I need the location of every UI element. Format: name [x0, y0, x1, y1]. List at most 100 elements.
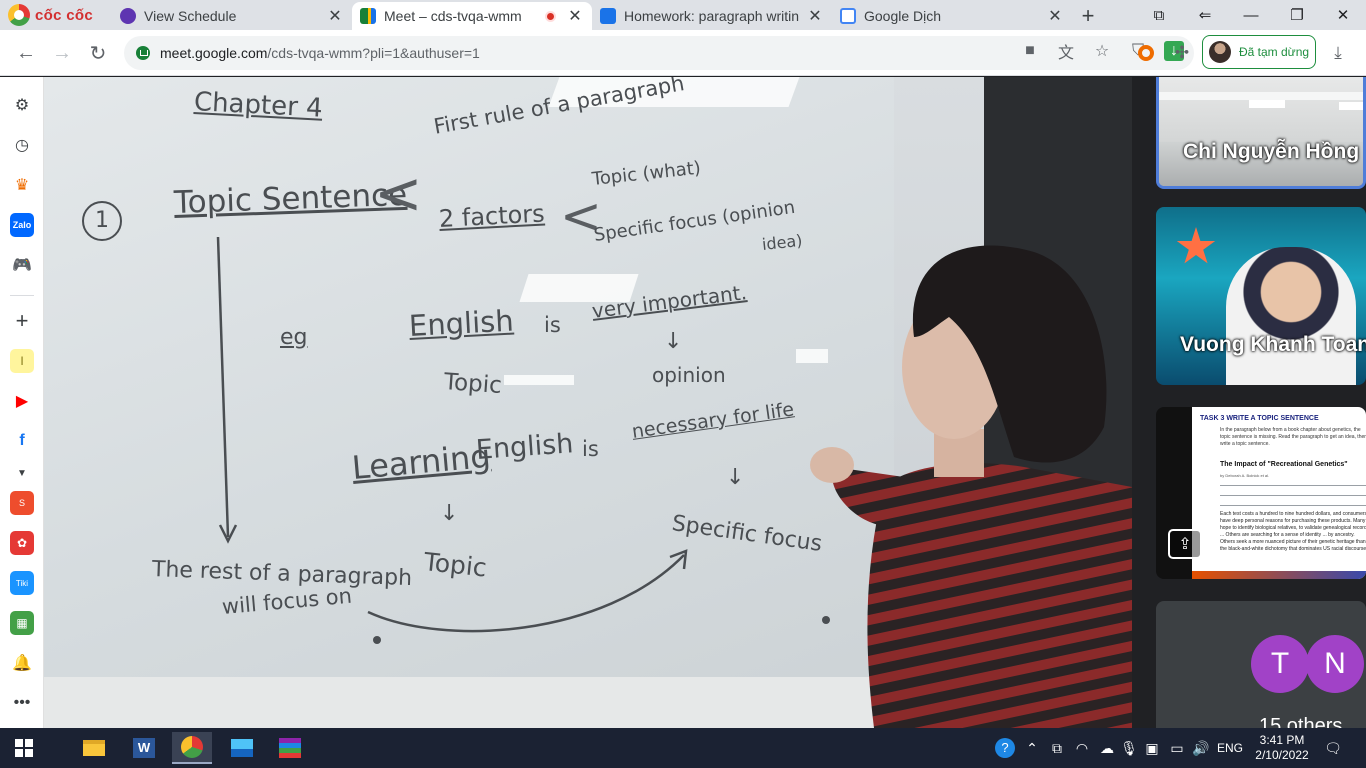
back-history-icon[interactable]: ⇐	[1182, 0, 1228, 30]
tab-google-translate[interactable]: Google Dịch ✕	[832, 2, 1072, 30]
address-toolbar: ← → ↻ meet.google.com/cds-tvqa-wmm?pli=1…	[0, 30, 1366, 76]
ceiling-light	[1339, 102, 1363, 110]
answer-line	[1220, 495, 1366, 496]
shared-document: TASK 3 WRITE A TOPIC SENTENCE In the par…	[1192, 407, 1366, 579]
clock[interactable]: 3:41 PM 2/10/2022	[1250, 728, 1314, 768]
tab-meet[interactable]: Meet – cds-tvqa-wmm ✕	[352, 2, 592, 30]
doc-body: Each test costs a hundred to nine hundre…	[1220, 511, 1366, 552]
doc-title: The Impact of "Recreational Genetics"	[1220, 461, 1348, 468]
compass-icon	[120, 8, 136, 24]
ceiling-light	[1159, 92, 1363, 100]
participant-name: Chi Nguyễn Hồng	[1183, 140, 1360, 163]
tab-title: Homework: paragraph writin	[624, 8, 800, 24]
present-icon[interactable]: ⇪	[1168, 529, 1202, 559]
clock-time: 3:41 PM	[1259, 733, 1305, 747]
url-host: meet.google.com	[160, 45, 268, 61]
gamepad-icon[interactable]: 🎮	[10, 253, 34, 277]
help-icon[interactable]: ?	[992, 728, 1018, 768]
gear-icon[interactable]: ⚙	[10, 93, 34, 117]
downloads-icon[interactable]: ⤓	[1326, 38, 1350, 68]
meet-stage: Chapter 4 First rule of a paragraph 1 To…	[44, 77, 1366, 728]
shopee-icon[interactable]: S	[10, 491, 34, 515]
minimize-button[interactable]: —	[1228, 0, 1274, 30]
tab-strip: cốc cốc View Schedule ✕ Meet – cds-tvqa-…	[0, 0, 1366, 30]
more-icon[interactable]: •••	[10, 691, 34, 715]
volume-icon[interactable]: 🔊	[1190, 728, 1212, 768]
photo-logo	[231, 739, 253, 757]
new-tab-button[interactable]: +	[1072, 2, 1104, 30]
battery-icon[interactable]: ▭	[1166, 728, 1188, 768]
coccoc-logo-icon	[8, 4, 30, 26]
close-icon[interactable]: ✕	[1046, 6, 1064, 26]
windows-logo	[15, 739, 33, 757]
tab-title: Google Dịch	[864, 8, 942, 24]
close-window-button[interactable]: ✕	[1320, 0, 1366, 30]
word-icon[interactable]: W	[124, 732, 164, 764]
coccoc-taskbar-icon[interactable]	[172, 732, 212, 764]
chevron-up-icon[interactable]: ⌃	[1022, 728, 1042, 768]
youtube-icon[interactable]: ▶	[10, 389, 34, 413]
bell-icon[interactable]: 🔔	[10, 651, 34, 675]
puzzle-icon[interactable]: ✣	[1170, 38, 1194, 68]
network-alert-icon[interactable]: ☁	[1096, 728, 1118, 768]
zalo-icon[interactable]: Zalo	[10, 213, 34, 237]
clock-date: 2/10/2022	[1255, 748, 1309, 762]
extension-icon[interactable]	[1134, 38, 1158, 68]
notes-icon[interactable]: I	[10, 349, 34, 373]
facebook-icon[interactable]: f	[10, 429, 34, 453]
windows-start-icon[interactable]	[4, 732, 44, 764]
coccoc-logo[interactable]: cốc cốc	[0, 0, 112, 30]
meet-now-icon[interactable]: ⧉	[1046, 728, 1068, 768]
history-icon[interactable]: ◷	[10, 133, 34, 157]
screen-icon[interactable]: ▣	[1142, 728, 1162, 768]
participant-tile[interactable]: Chi Nguyễn Hồng	[1156, 77, 1366, 189]
main-video[interactable]: Chapter 4 First rule of a paragraph 1 To…	[44, 77, 1132, 728]
sidebar: ⚙ ◷ ♛ Zalo 🎮 + I ▶ f ▼ S ✿ Tiki ▦ 🔔 •••	[0, 77, 44, 728]
answer-line	[1220, 485, 1366, 486]
crown-icon[interactable]: ♛	[10, 173, 34, 197]
address-bar[interactable]: meet.google.com/cds-tvqa-wmm?pli=1&authu…	[124, 36, 1194, 70]
lucky-icon[interactable]: ✿	[10, 531, 34, 555]
tab-title: View Schedule	[144, 8, 237, 24]
notifications-icon[interactable]: 🗨	[1318, 728, 1348, 768]
reload-button[interactable]: ↻	[80, 35, 116, 71]
translate-icon[interactable]: 文	[1056, 41, 1076, 62]
wifi-icon[interactable]: ◠	[1070, 728, 1094, 768]
close-icon[interactable]: ✕	[326, 6, 344, 26]
close-icon[interactable]: ✕	[566, 6, 584, 26]
brand-name: cốc cốc	[35, 6, 93, 24]
camera-icon[interactable]: ■	[1020, 41, 1040, 61]
back-button[interactable]: ←	[8, 35, 44, 71]
tiki-icon[interactable]: Tiki	[10, 571, 34, 595]
tab-homework[interactable]: Homework: paragraph writin ✕	[592, 2, 832, 30]
sheet-icon[interactable]: ▦	[10, 611, 34, 635]
add-icon[interactable]: +	[10, 308, 34, 333]
profile-button[interactable]: Đã tạm dừng	[1202, 35, 1316, 69]
presentation-tile[interactable]: TASK 3 WRITE A TOPIC SENTENCE In the par…	[1156, 407, 1366, 579]
tab-title: Meet – cds-tvqa-wmm	[384, 8, 522, 24]
others-count: 15 others	[1259, 715, 1343, 728]
meet-icon	[360, 8, 376, 24]
help-glyph: ?	[995, 738, 1015, 758]
classroom-icon	[600, 8, 616, 24]
profile-status: Đã tạm dừng	[1239, 45, 1310, 59]
language-indicator[interactable]: ENG	[1214, 728, 1246, 768]
winrar-icon[interactable]	[270, 732, 310, 764]
tab-search-icon[interactable]: ⧉	[1136, 0, 1182, 30]
avatar: T	[1251, 635, 1309, 693]
bookmark-star-icon[interactable]: ☆	[1092, 41, 1112, 61]
others-tile[interactable]: T N 15 others	[1156, 601, 1366, 728]
lock-icon[interactable]	[136, 46, 150, 60]
url-path: /cds-tvqa-wmm?pli=1&authuser=1	[267, 45, 480, 61]
microphone-icon[interactable]: 🎙	[1120, 728, 1138, 768]
tab-view-schedule[interactable]: View Schedule ✕	[112, 2, 352, 30]
forward-button[interactable]: →	[44, 35, 80, 71]
participant-tile[interactable]: Vuong Khanh Toan	[1156, 207, 1366, 385]
chevron-down-icon[interactable]: ▼	[10, 461, 34, 485]
photos-icon[interactable]	[222, 732, 262, 764]
close-icon[interactable]: ✕	[806, 6, 824, 26]
restore-button[interactable]: ❐	[1274, 0, 1320, 30]
file-explorer-icon[interactable]	[74, 732, 114, 764]
url-text[interactable]: meet.google.com/cds-tvqa-wmm?pli=1&authu…	[160, 45, 480, 61]
doc-task: TASK 3 WRITE A TOPIC SENTENCE	[1200, 415, 1319, 422]
